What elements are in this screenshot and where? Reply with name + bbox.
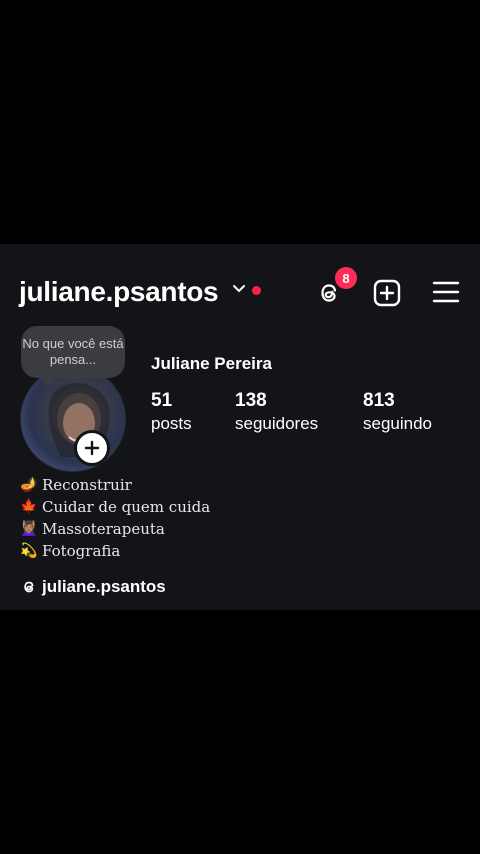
- menu-icon[interactable]: [432, 280, 460, 304]
- stat-label: seguidores: [235, 414, 319, 433]
- bio-line: 💫 Fotografia: [20, 540, 210, 562]
- maple-leaf-icon: 🍁: [20, 499, 38, 515]
- lamp-icon: 🪔: [20, 477, 38, 493]
- threads-logo-icon: [24, 581, 34, 593]
- stat-followers[interactable]: 138 seguidores: [235, 390, 318, 434]
- username-switcher[interactable]: juliane.psantos: [19, 276, 219, 308]
- avatar-photo: [48, 383, 110, 457]
- profile-panel: juliane.psantos 8 No que você está pensa…: [0, 244, 480, 610]
- stat-label: posts: [151, 414, 192, 433]
- chevron-down-icon[interactable]: [232, 282, 246, 296]
- full-name: Juliane Pereira: [151, 354, 272, 373]
- plus-icon: [84, 440, 100, 456]
- massage-icon: 💆🏽‍♀️: [20, 521, 38, 537]
- add-story-button[interactable]: [74, 430, 110, 466]
- bio-text: Cuidar de quem cuida: [42, 498, 211, 516]
- notification-dot: [252, 286, 261, 295]
- stat-posts[interactable]: 51 posts: [151, 390, 192, 434]
- bio-line: 🪔 Reconstruir: [20, 474, 210, 496]
- create-post-icon[interactable]: [372, 278, 402, 308]
- stat-following[interactable]: 813 seguindo: [363, 390, 432, 434]
- bio-text: Massoterapeuta: [42, 520, 165, 538]
- avatar[interactable]: [20, 366, 126, 472]
- threads-badge: 8: [333, 265, 359, 291]
- threads-profile-link[interactable]: juliane.psantos: [20, 577, 166, 597]
- stat-label: seguindo: [363, 414, 433, 433]
- bio-line: 💆🏽‍♀️ Massoterapeuta: [20, 518, 210, 540]
- bio: 🪔 Reconstruir 🍁 Cuidar de quem cuida 💆🏽‍…: [20, 474, 210, 562]
- note-bubble[interactable]: No que você está pensa...: [21, 326, 125, 385]
- avatar-container[interactable]: [20, 366, 126, 472]
- stat-value: 138: [235, 390, 267, 411]
- threads-link-text: juliane.psantos: [42, 577, 166, 596]
- stat-value: 813: [363, 390, 395, 411]
- stat-value: 51: [151, 390, 173, 411]
- bio-line: 🍁 Cuidar de quem cuida: [20, 496, 210, 518]
- bio-text: Reconstruir: [42, 476, 132, 494]
- bio-text: Fotografia: [42, 542, 121, 560]
- dizzy-star-icon: 💫: [20, 543, 38, 559]
